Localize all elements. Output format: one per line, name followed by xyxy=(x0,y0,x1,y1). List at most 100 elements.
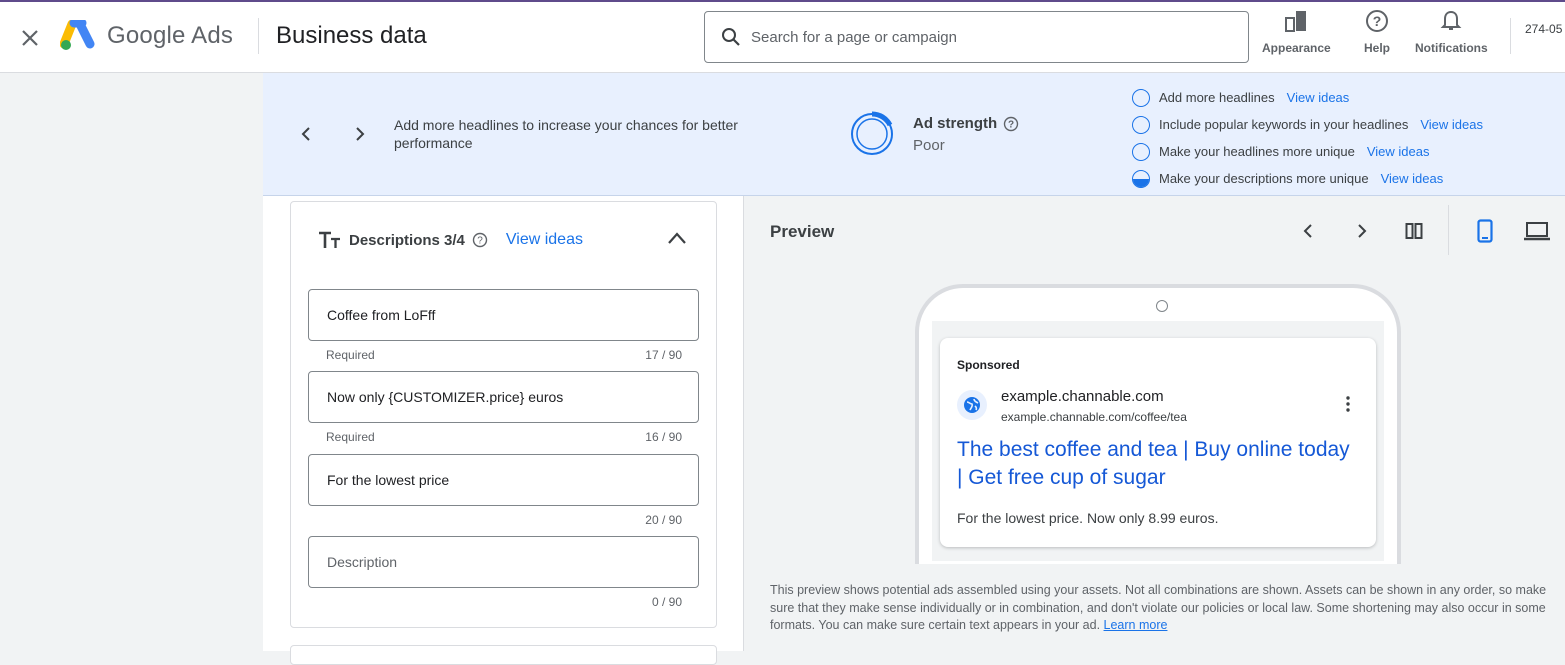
text-format-icon xyxy=(319,231,340,248)
bell-icon xyxy=(1438,8,1464,34)
chevron-right-icon xyxy=(356,127,365,141)
description-field[interactable] xyxy=(308,289,699,341)
more-options-button[interactable] xyxy=(1338,394,1358,414)
descriptions-panel: Descriptions 3/4 ? View ideas Required 1… xyxy=(263,196,744,665)
tip-text: Include popular keywords in your headlin… xyxy=(1159,117,1409,132)
tip-view-ideas-link[interactable]: View ideas xyxy=(1420,117,1483,132)
appearance-button[interactable]: Appearance xyxy=(1262,8,1331,55)
tip-view-ideas-link[interactable]: View ideas xyxy=(1367,144,1430,159)
more-vert-icon xyxy=(1346,396,1350,412)
description-input[interactable] xyxy=(309,290,698,340)
ad-domain: example.channable.com xyxy=(1001,388,1164,405)
description-input[interactable] xyxy=(309,372,698,422)
chevron-left-icon xyxy=(1303,224,1312,238)
tip-view-ideas-link[interactable]: View ideas xyxy=(1287,90,1350,105)
phone-screen: Sponsored example.channable.com example.… xyxy=(932,321,1384,561)
help-button[interactable]: ? Help xyxy=(1364,8,1390,55)
preview-next-button[interactable] xyxy=(1348,218,1374,244)
chevron-right-icon xyxy=(1358,224,1367,238)
tip-status-icon xyxy=(1132,115,1150,134)
header-divider xyxy=(1510,18,1511,54)
ad-strength-label: Ad strength xyxy=(913,115,998,132)
preview-title: Preview xyxy=(770,222,835,241)
char-count: 0 / 90 xyxy=(651,595,682,609)
notifications-button[interactable]: Notifications xyxy=(1415,8,1488,55)
view-ideas-link[interactable]: View ideas xyxy=(506,231,583,249)
descriptions-card: Descriptions 3/4 ? View ideas Required 1… xyxy=(290,201,717,628)
banner-next-button[interactable] xyxy=(347,122,371,146)
columns-icon xyxy=(1405,223,1423,239)
ad-strength-title: Ad strength ? xyxy=(913,115,1019,132)
learn-more-link[interactable]: Learn more xyxy=(1104,618,1168,632)
banner-prev-button[interactable] xyxy=(295,122,319,146)
preview-prev-button[interactable] xyxy=(1296,218,1322,244)
description-input[interactable] xyxy=(309,537,698,587)
notifications-label: Notifications xyxy=(1415,41,1488,55)
help-icon[interactable]: ? xyxy=(472,232,488,248)
appearance-icon xyxy=(1283,8,1309,34)
appearance-label: Appearance xyxy=(1262,41,1331,55)
preview-panel: Preview Sponsored example.channable.com … xyxy=(744,196,1565,651)
account-id[interactable]: 274-05 xyxy=(1525,22,1562,36)
help-icon[interactable]: ? xyxy=(1003,116,1019,132)
page-title: Business data xyxy=(276,22,427,49)
tip-text: Make your headlines more unique xyxy=(1159,144,1355,159)
svg-text:?: ? xyxy=(1008,119,1014,130)
field-hint: Required xyxy=(326,430,375,444)
ad-strength-ring xyxy=(851,111,893,155)
field-hint: Required xyxy=(326,348,375,362)
phone-camera xyxy=(1156,300,1168,312)
search-icon xyxy=(722,28,740,46)
char-count: 16 / 90 xyxy=(645,430,682,444)
tip-status-icon xyxy=(1132,142,1150,161)
descriptions-title: Descriptions 3/4 xyxy=(349,231,465,249)
ad-strength-tips: Add more headlines View ideas Include po… xyxy=(1132,84,1483,192)
tip-view-ideas-link[interactable]: View ideas xyxy=(1381,171,1444,186)
search-box[interactable] xyxy=(704,11,1249,63)
sponsored-label: Sponsored xyxy=(957,358,1020,372)
mobile-view-button[interactable] xyxy=(1472,218,1498,244)
descriptions-header: Descriptions 3/4 ? View ideas xyxy=(318,230,583,250)
collapse-button[interactable] xyxy=(665,226,689,250)
tip-status-icon xyxy=(1132,88,1150,107)
help-label: Help xyxy=(1364,41,1391,55)
svg-text:?: ? xyxy=(1373,13,1382,29)
help-icon: ? xyxy=(1364,8,1390,34)
svg-text:?: ? xyxy=(477,236,483,247)
view-all-button[interactable] xyxy=(1401,218,1427,244)
search-input[interactable] xyxy=(751,12,1231,62)
ad-headline[interactable]: The best coffee and tea | Buy online tod… xyxy=(957,436,1357,492)
description-field[interactable] xyxy=(308,454,699,506)
smartphone-icon xyxy=(1477,219,1493,243)
description-field[interactable] xyxy=(308,536,699,588)
phone-mockup: Sponsored example.channable.com example.… xyxy=(915,284,1401,564)
char-count: 17 / 90 xyxy=(645,348,682,362)
tip-item: Make your headlines more unique View ide… xyxy=(1132,138,1483,165)
ad-preview-card: Sponsored example.channable.com example.… xyxy=(940,338,1376,547)
chevron-left-icon xyxy=(301,127,310,141)
next-section-card xyxy=(290,645,717,665)
ad-strength-value: Poor xyxy=(913,137,945,154)
tip-text: Add more headlines xyxy=(1159,90,1275,105)
ad-description: For the lowest price. Now only 8.99 euro… xyxy=(957,510,1219,526)
globe-icon xyxy=(957,390,987,420)
close-button[interactable] xyxy=(16,24,44,52)
description-field[interactable] xyxy=(308,371,699,423)
banner-message: Add more headlines to increase your chan… xyxy=(394,117,738,151)
ad-strength-banner: Add more headlines to increase your chan… xyxy=(263,73,1565,196)
char-count: 20 / 90 xyxy=(645,513,682,527)
preview-divider xyxy=(1448,205,1449,255)
app-header: Google Ads Business data Appearance ? He… xyxy=(0,2,1565,73)
laptop-icon xyxy=(1524,222,1550,241)
close-icon xyxy=(22,30,38,46)
brand-name: Google Ads xyxy=(107,22,234,49)
tip-status-icon xyxy=(1132,169,1150,188)
header-divider xyxy=(258,18,259,54)
description-input[interactable] xyxy=(309,455,698,505)
chevron-up-icon xyxy=(668,232,686,244)
desktop-view-button[interactable] xyxy=(1524,218,1550,244)
preview-disclaimer: This preview shows potential ads assembl… xyxy=(770,582,1550,635)
tip-item: Make your descriptions more unique View … xyxy=(1132,165,1483,192)
tip-text: Make your descriptions more unique xyxy=(1159,171,1369,186)
ad-url: example.channable.com/coffee/tea xyxy=(1001,410,1187,424)
